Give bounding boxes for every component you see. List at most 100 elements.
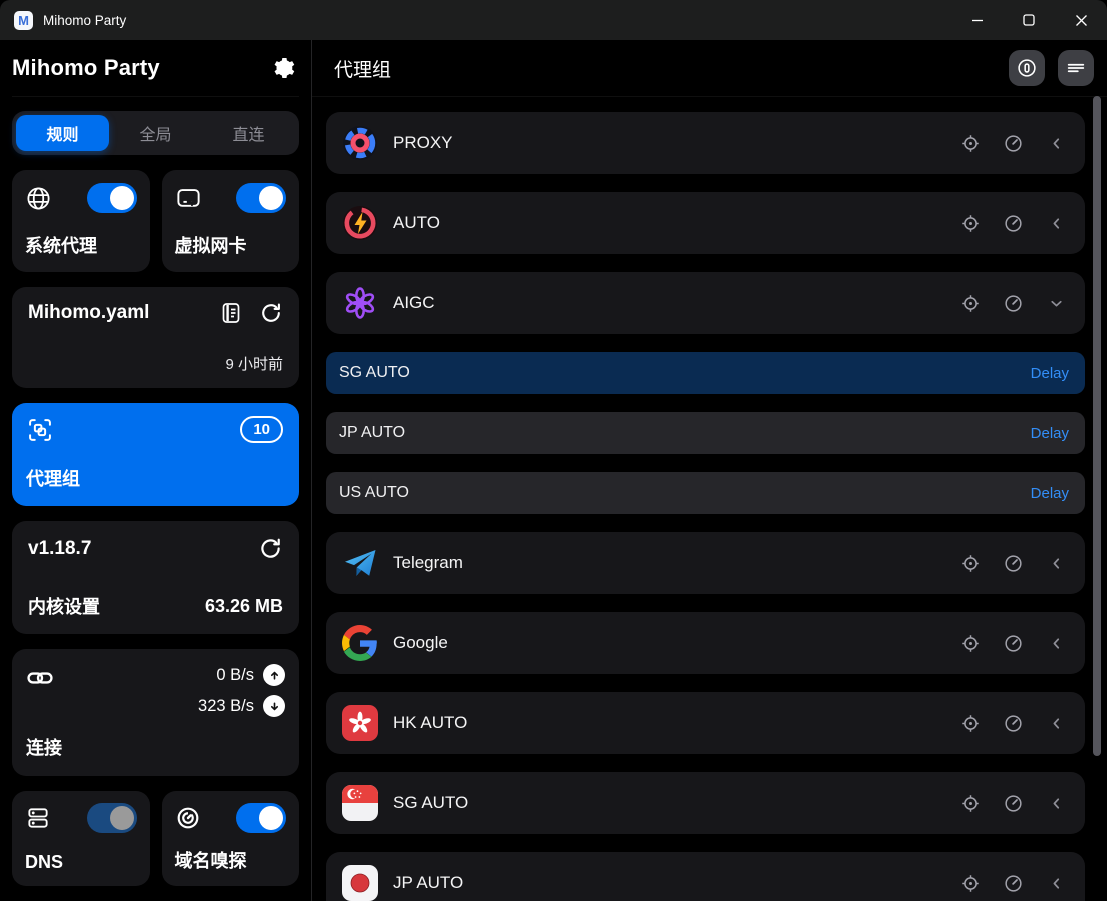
expand-collapse-button[interactable] — [1045, 212, 1067, 234]
group-name: Google — [393, 633, 448, 653]
core-refresh-icon[interactable] — [258, 536, 283, 561]
system-proxy-card[interactable]: 系统代理 — [12, 170, 150, 272]
locate-node-button[interactable] — [959, 292, 981, 314]
chevron-left-icon — [1048, 555, 1065, 572]
profile-refresh-icon[interactable] — [259, 301, 283, 325]
sidebar-body: 规则 全局 直连 系统代理 — [12, 97, 299, 886]
minimize-icon — [971, 14, 984, 27]
connections-card[interactable]: 0 B/s 323 B/s 连接 — [12, 649, 299, 776]
globe-icon — [25, 185, 52, 212]
delay-test-button[interactable] — [1002, 872, 1024, 894]
minimize-button[interactable] — [951, 0, 1003, 40]
locate-node-button[interactable] — [959, 792, 981, 814]
delay-test-button[interactable] — [1002, 292, 1024, 314]
page-title: 代理组 — [334, 55, 391, 82]
delay-test-button[interactable] — [1002, 632, 1024, 654]
delay-button[interactable]: Delay — [1031, 485, 1069, 502]
tab-rule[interactable]: 规则 — [16, 115, 109, 151]
group-row-auto[interactable]: AUTO — [326, 192, 1085, 254]
group-row-hk-auto[interactable]: HK AUTO — [326, 692, 1085, 754]
dns-server-icon — [25, 805, 51, 831]
speedometer-icon — [1003, 793, 1024, 814]
gear-icon — [271, 56, 295, 80]
delay-test-button[interactable] — [1002, 132, 1024, 154]
proxy-node-us-auto[interactable]: US AUTO Delay — [326, 472, 1085, 514]
core-settings-card[interactable]: v1.18.7 内核设置 63.26 MB — [12, 521, 299, 634]
locate-node-button[interactable] — [959, 872, 981, 894]
delay-test-button[interactable] — [1002, 552, 1024, 574]
expand-collapse-button[interactable] — [1045, 632, 1067, 654]
profile-updated-time: 9 小时前 — [28, 353, 283, 374]
dns-toggle[interactable] — [87, 803, 137, 833]
group-name: HK AUTO — [393, 713, 467, 733]
upload-speed-row: 0 B/s — [198, 664, 285, 686]
tab-direct[interactable]: 直连 — [202, 115, 295, 151]
group-row-jp-auto[interactable]: JP AUTO — [326, 852, 1085, 901]
proxy-display-mode-button[interactable] — [1009, 50, 1045, 86]
locate-node-button[interactable] — [959, 712, 981, 734]
delay-button[interactable]: Delay — [1031, 425, 1069, 442]
tab-global[interactable]: 全局 — [109, 115, 202, 151]
main-header: 代理组 — [312, 40, 1107, 97]
system-proxy-toggle[interactable] — [87, 183, 137, 213]
tun-toggle[interactable] — [236, 183, 286, 213]
aperture-icon — [342, 125, 378, 161]
expand-collapse-button[interactable] — [1045, 712, 1067, 734]
expand-collapse-button[interactable] — [1045, 872, 1067, 894]
maximize-button[interactable] — [1003, 0, 1055, 40]
group-name: Telegram — [393, 553, 463, 573]
tab-global-label: 全局 — [139, 121, 171, 145]
expand-collapse-button[interactable] — [1045, 792, 1067, 814]
proxy-node-jp-auto[interactable]: JP AUTO Delay — [326, 412, 1085, 454]
profile-document-icon[interactable] — [219, 301, 243, 325]
locate-node-button[interactable] — [959, 552, 981, 574]
scrollbar-thumb[interactable] — [1093, 96, 1101, 756]
locate-node-button[interactable] — [959, 632, 981, 654]
speedometer-icon — [1003, 633, 1024, 654]
sidebar-item-proxy-groups[interactable]: 10 代理组 — [12, 403, 299, 506]
expand-collapse-button[interactable] — [1045, 292, 1067, 314]
crosshair-icon — [960, 793, 981, 814]
group-row-telegram[interactable]: Telegram — [326, 532, 1085, 594]
profile-card[interactable]: Mihomo.yaml 9 小时前 — [12, 287, 299, 388]
proxy-sort-button[interactable] — [1058, 50, 1094, 86]
titlebar-title: Mihomo Party — [43, 13, 126, 28]
delay-test-button[interactable] — [1002, 712, 1024, 734]
sidebar-header: Mihomo Party — [12, 40, 299, 97]
proxy-group-list: PROXY AUTO — [312, 97, 1107, 901]
chevron-left-icon — [1048, 215, 1065, 232]
sniffer-card[interactable]: 域名嗅探 — [162, 791, 300, 886]
close-icon — [1075, 14, 1088, 27]
proxy-node-name: SG AUTO — [339, 364, 410, 382]
group-row-aigc[interactable]: AIGC — [326, 272, 1085, 334]
dns-card[interactable]: DNS — [12, 791, 150, 886]
outbound-mode-tabs: 规则 全局 直连 — [12, 111, 299, 155]
group-name: PROXY — [393, 133, 453, 153]
delay-test-button[interactable] — [1002, 792, 1024, 814]
close-button[interactable] — [1055, 0, 1107, 40]
expand-collapse-button[interactable] — [1045, 552, 1067, 574]
tun-card[interactable]: 虚拟网卡 — [162, 170, 300, 272]
delay-button[interactable]: Delay — [1031, 365, 1069, 382]
expand-collapse-button[interactable] — [1045, 132, 1067, 154]
speedometer-icon — [1003, 713, 1024, 734]
sniffer-toggle[interactable] — [236, 803, 286, 833]
delay-test-button[interactable] — [1002, 212, 1024, 234]
locate-node-button[interactable] — [959, 132, 981, 154]
link-icon — [26, 664, 54, 692]
settings-button[interactable] — [267, 52, 299, 84]
openai-icon — [342, 285, 378, 321]
group-name: JP AUTO — [393, 873, 463, 893]
app-window: M Mihomo Party Mihomo Party — [0, 0, 1107, 901]
google-icon — [342, 625, 378, 661]
group-row-proxy[interactable]: PROXY — [326, 112, 1085, 174]
crosshair-icon — [960, 213, 981, 234]
crosshair-icon — [960, 633, 981, 654]
proxy-node-sg-auto[interactable]: SG AUTO Delay — [326, 352, 1085, 394]
dns-label: DNS — [25, 852, 137, 873]
group-row-sg-auto[interactable]: SG AUTO — [326, 772, 1085, 834]
locate-node-button[interactable] — [959, 212, 981, 234]
group-row-google[interactable]: Google — [326, 612, 1085, 674]
system-proxy-label: 系统代理 — [25, 232, 137, 258]
titlebar: M Mihomo Party — [0, 0, 1107, 40]
